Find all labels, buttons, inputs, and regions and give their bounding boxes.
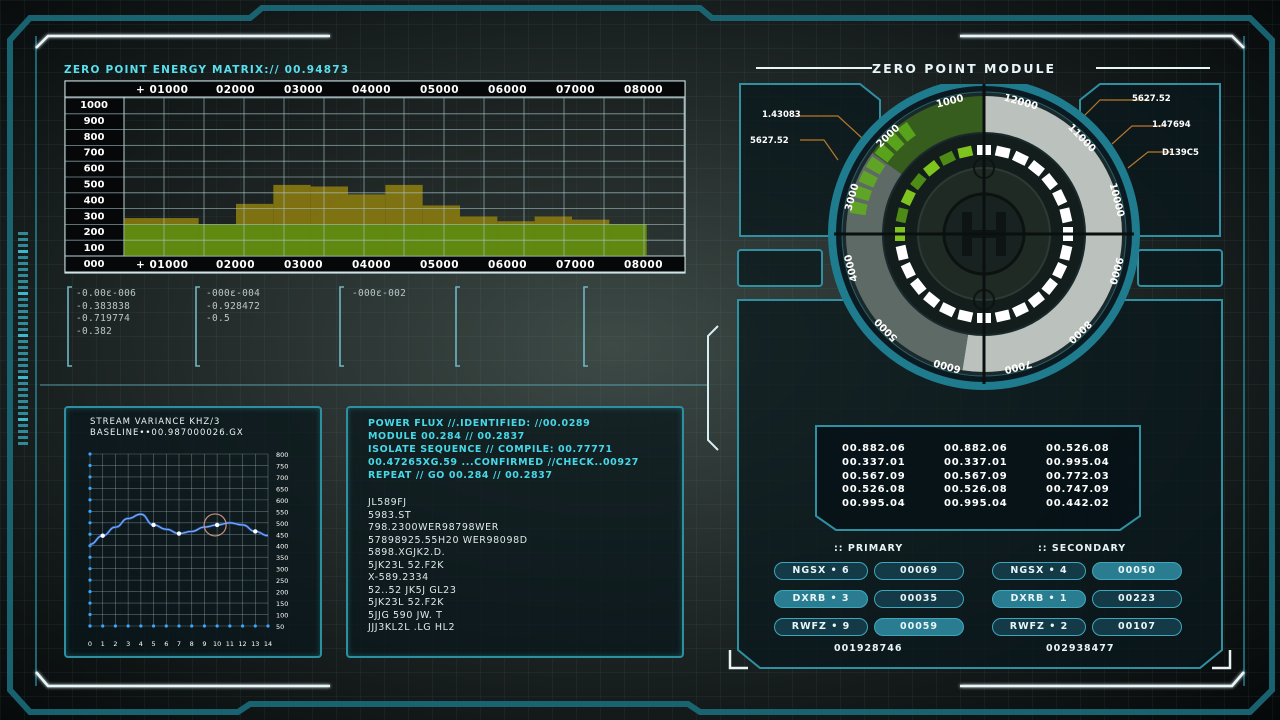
module-table-cell: 00.995.04	[944, 498, 1008, 510]
module-table-cell: 00.442.02	[1046, 498, 1110, 510]
zero-point-dial: 100020003000400050006000 7000800090001000…	[828, 84, 1140, 390]
primary-value-dxrb[interactable]: 00035	[874, 590, 964, 608]
callout-left-2: 5627.52	[750, 136, 789, 146]
primary-value-rwfz[interactable]: 00059	[874, 618, 964, 636]
secondary-label-dxrb[interactable]: DXRB • 1	[992, 590, 1086, 608]
secondary-total: 002938477	[1046, 643, 1115, 654]
dial-green-segment	[858, 170, 878, 188]
primary-label-rwfz[interactable]: RWFZ • 9	[774, 618, 868, 636]
secondary-value-ngsx[interactable]: 00050	[1092, 562, 1182, 580]
primary-value-ngsx[interactable]: 00069	[874, 562, 964, 580]
module-title: ZERO POINT MODULE	[872, 61, 1057, 76]
module-table-cell: 00.337.01	[842, 456, 906, 468]
secondary-label-rwfz[interactable]: RWFZ • 2	[992, 618, 1086, 636]
primary-label-ngsx[interactable]: NGSX • 6	[774, 562, 868, 580]
primary-label-dxrb[interactable]: DXRB • 3	[774, 590, 868, 608]
module-table-cell: 00.337.01	[944, 456, 1008, 468]
module-table-cell: 00.526.08	[1046, 443, 1110, 454]
primary-header: :: PRIMARY	[834, 543, 904, 554]
dial-green-segment	[897, 122, 916, 142]
module-table-cell: 00.526.08	[842, 484, 906, 496]
module-table-cell: 00.772.03	[1046, 470, 1110, 482]
module-table-cell: 00.567.09	[842, 470, 906, 482]
primary-total: 001928746	[834, 643, 903, 654]
module-table-cell: 00.567.09	[944, 470, 1008, 482]
callout-right-3: D139C5	[1162, 148, 1199, 158]
module-table-cell: 00.995.04	[842, 498, 906, 510]
secondary-value-dxrb[interactable]: 00223	[1092, 590, 1182, 608]
secondary-value-rwfz[interactable]: 00107	[1092, 618, 1182, 636]
secondary-label-ngsx[interactable]: NGSX • 4	[992, 562, 1086, 580]
dial-green-segment	[853, 185, 873, 202]
dial-green-segment	[865, 156, 886, 175]
module-table-cell: 00.882.06	[944, 443, 1008, 454]
module-table-cell: 00.995.04	[1046, 456, 1110, 468]
module-table-cell: 00.526.08	[944, 484, 1008, 496]
dial-green-segment	[849, 200, 868, 216]
secondary-header: :: SECONDARY	[1038, 543, 1127, 554]
module-table-cell: 00.882.06	[842, 443, 906, 454]
callout-left-1: 1.43083	[762, 110, 801, 120]
module-table-cell: 00.747.09	[1046, 484, 1110, 496]
